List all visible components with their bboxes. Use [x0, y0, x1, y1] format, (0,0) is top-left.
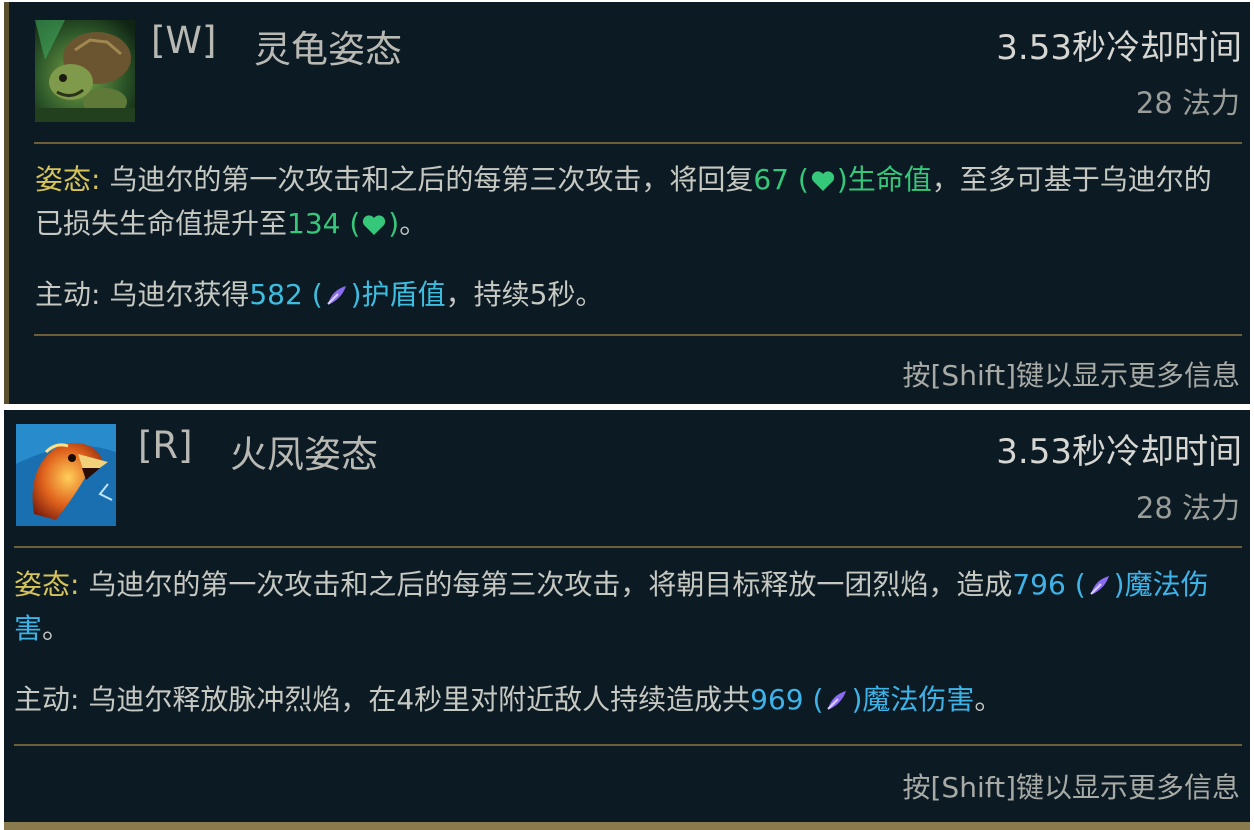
- paren: ): [851, 683, 863, 716]
- health-stat: 生命值: [847, 163, 932, 196]
- cooldown-text: 3.53秒冷却时间: [996, 432, 1242, 472]
- heart-icon: [810, 164, 836, 204]
- active-text: 乌迪尔获得: [100, 278, 250, 311]
- ability-power-icon: [1087, 569, 1113, 609]
- heal-value: 67: [753, 163, 789, 196]
- active-text: ，持续5秒。: [445, 278, 604, 311]
- stance-label: 姿态:: [35, 163, 101, 196]
- paren: ): [350, 278, 362, 311]
- paren: (: [1065, 568, 1086, 601]
- magic-damage-value: 796: [1012, 568, 1066, 601]
- tooltip-w-stance: [W] 灵龟姿态 3.53秒冷却时间 28 法力 姿态: 乌迪尔的第一次攻击和之…: [4, 2, 1250, 404]
- magic-damage-stat: 魔法伤害: [862, 683, 975, 716]
- divider: [14, 744, 1242, 746]
- active-description: 主动: 乌迪尔获得582 ()护盾值，持续5秒。: [35, 275, 1235, 319]
- shift-hint: 按[Shift]键以显示更多信息: [902, 771, 1241, 804]
- active-label: 主动:: [35, 278, 101, 311]
- shift-hint: 按[Shift]键以显示更多信息: [902, 359, 1241, 392]
- ability-name: 灵龟姿态: [254, 28, 402, 71]
- cooldown-text: 3.53秒冷却时间: [996, 28, 1242, 68]
- magic-damage-value: 969: [750, 683, 804, 716]
- stance-text: 。: [399, 207, 428, 240]
- phoenix-stance-icon: [16, 424, 116, 526]
- stance-description: 姿态: 乌迪尔的第一次攻击和之后的每第三次攻击，将朝目标释放一团烈焰，造成796…: [14, 565, 1229, 649]
- hotkey-label: [W]: [151, 19, 217, 62]
- active-text: 。: [974, 683, 1003, 716]
- stance-label: 姿态:: [14, 568, 80, 601]
- paren: (: [302, 278, 323, 311]
- divider: [34, 334, 1242, 336]
- heart-icon: [361, 208, 387, 248]
- divider: [14, 546, 1242, 548]
- stance-text: 。: [42, 612, 71, 645]
- paren: ): [1113, 568, 1125, 601]
- mana-cost: 28 法力: [1135, 86, 1240, 120]
- stance-description: 姿态: 乌迪尔的第一次攻击和之后的每第三次攻击，将回复67 ()生命值，至多可基…: [35, 160, 1235, 248]
- hotkey-label: [R]: [138, 424, 193, 467]
- ability-power-icon: [824, 684, 850, 724]
- shield-stat: 护盾值: [361, 278, 446, 311]
- ability-power-icon: [324, 279, 350, 319]
- active-text: 乌迪尔释放脉冲烈焰，在4秒里对附近敌人持续造成共: [79, 683, 751, 716]
- tooltip-r-stance: [R] 火凤姿态 3.53秒冷却时间 28 法力 姿态: 乌迪尔的第一次攻击和之…: [4, 410, 1250, 828]
- active-label: 主动:: [14, 683, 80, 716]
- paren: (: [788, 163, 809, 196]
- mana-cost: 28 法力: [1135, 491, 1240, 525]
- shield-value: 582: [249, 278, 303, 311]
- active-description: 主动: 乌迪尔释放脉冲烈焰，在4秒里对附近敌人持续造成共969 ()魔法伤害。: [14, 680, 1229, 724]
- ability-name: 火凤姿态: [230, 433, 378, 476]
- paren: ): [836, 163, 848, 196]
- paren: (: [803, 683, 824, 716]
- heal-max-value: 134: [287, 207, 341, 240]
- turtle-stance-icon: [35, 20, 135, 122]
- paren: ): [388, 207, 400, 240]
- bottom-border: [4, 822, 1250, 830]
- stance-text: 乌迪尔的第一次攻击和之后的每第三次攻击，将朝目标释放一团烈焰，造成: [79, 568, 1013, 601]
- stance-text: 乌迪尔的第一次攻击和之后的每第三次攻击，将回复: [100, 163, 754, 196]
- divider: [34, 142, 1242, 144]
- paren: (: [340, 207, 361, 240]
